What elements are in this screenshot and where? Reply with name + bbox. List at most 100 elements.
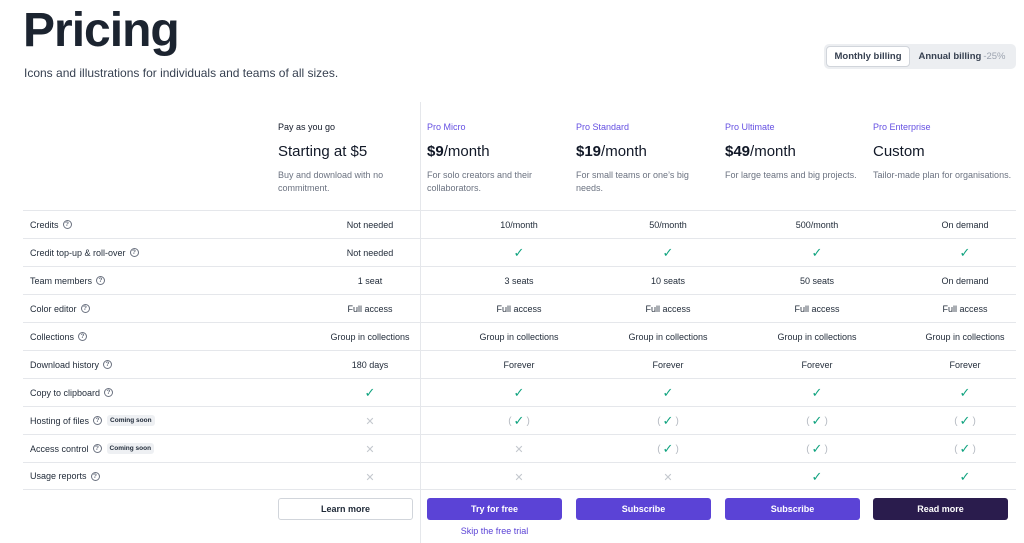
- feature-name: Team members: [30, 275, 93, 286]
- feature-name: Credits: [30, 219, 59, 230]
- cell-value: Full access: [347, 304, 393, 314]
- check-icon: ✓: [959, 385, 971, 400]
- table-cell: Full access: [449, 295, 589, 323]
- plan-price-amount: Custom: [873, 143, 925, 160]
- feature-name: Credit top-up & roll-over: [30, 247, 126, 258]
- cell-value: Group in collections: [330, 332, 410, 342]
- plan-name: Pro Ultimate: [725, 122, 775, 132]
- table-cell: ✓: [895, 463, 1024, 491]
- table-cell: ✓: [300, 379, 440, 407]
- annual-billing-button[interactable]: Annual billing -25%: [910, 46, 1014, 67]
- page-subtitle: Icons and illustrations for individuals …: [24, 66, 339, 80]
- table-cell: 180 days: [300, 351, 440, 379]
- table-cell: (✓): [895, 435, 1024, 463]
- feature-label: Color editor?: [30, 304, 90, 314]
- table-cell: 10 seats: [598, 267, 738, 295]
- cell-value: Not needed: [346, 220, 394, 230]
- monthly-billing-button[interactable]: Monthly billing: [826, 46, 910, 67]
- question-circle-icon[interactable]: ?: [62, 220, 72, 229]
- question-circle-icon[interactable]: ?: [93, 416, 103, 425]
- check-icon: ✓: [959, 469, 971, 484]
- table-cell: 500/month: [747, 211, 887, 239]
- question-circle-icon[interactable]: ?: [96, 276, 106, 285]
- table-cell: Forever: [895, 351, 1024, 379]
- table-cell: ✓: [895, 379, 1024, 407]
- feature-label: Copy to clipboard?: [30, 388, 114, 398]
- table-cell: Group in collections: [300, 323, 440, 351]
- annual-billing-label: Annual billing: [918, 51, 982, 62]
- table-cell: Group in collections: [895, 323, 1024, 351]
- question-circle-icon[interactable]: ?: [129, 248, 139, 257]
- table-row: Credit top-up & roll-over? Not needed ✓ ✓ ✓ ✓: [23, 238, 1016, 266]
- cell-value: Full access: [942, 304, 988, 314]
- table-cell: On demand: [895, 211, 1024, 239]
- plan-price-period: /month: [443, 143, 490, 160]
- table-cell: ✓: [449, 379, 589, 407]
- check-icon: ✓: [662, 441, 674, 456]
- subscribe-button[interactable]: Subscribe: [725, 498, 860, 520]
- skip-free-trial-link[interactable]: Skip the free trial: [427, 526, 562, 536]
- table-row: Color editor? Full access Full access Full …: [23, 294, 1016, 322]
- table-cell: On demand: [895, 267, 1024, 295]
- cell-value: 1 seat: [357, 276, 383, 286]
- feature-name: Access control: [30, 443, 89, 454]
- table-cell: 3 seats: [449, 267, 589, 295]
- question-circle-icon[interactable]: ?: [90, 471, 100, 481]
- coming-soon-badge: Coming soon: [106, 443, 155, 454]
- paren-close: ): [824, 415, 828, 427]
- cell-value: Not needed: [346, 248, 394, 258]
- billing-toggle: Monthly billing Annual billing -25%: [824, 44, 1016, 69]
- question-circle-icon[interactable]: ?: [103, 360, 113, 369]
- feature-label: Credits?: [30, 220, 72, 230]
- table-cell: ✓: [747, 463, 887, 491]
- read-more-button[interactable]: Read more: [873, 498, 1008, 520]
- feature-label: Collections?: [30, 332, 88, 342]
- table-cell: (✓): [598, 435, 738, 463]
- cell-value: Forever: [949, 360, 981, 370]
- learn-more-button[interactable]: Learn more: [278, 498, 413, 520]
- table-cell: Full access: [598, 295, 738, 323]
- question-circle-icon[interactable]: ?: [104, 388, 114, 397]
- plan-price-amount: $9: [427, 143, 444, 160]
- cell-value: On demand: [941, 220, 989, 230]
- feature-table: Credits? Not needed 10/month 50/month 500/mo…: [23, 210, 1016, 490]
- plan-price-period: /month: [750, 143, 796, 160]
- table-row: Team members? 1 seat 3 seats 10 seats 50 sea…: [23, 266, 1016, 294]
- table-row: Collections? Group in collections Group in…: [23, 322, 1016, 350]
- plan-description: Buy and download with no commitment.: [278, 170, 384, 193]
- table-row: Hosting of files? Coming soon ✕(✓)(✓)(✓)(✓…: [23, 406, 1016, 434]
- cross-icon: ✕: [663, 471, 673, 484]
- table-cell: Forever: [747, 351, 887, 379]
- table-cell: Forever: [449, 351, 589, 379]
- cell-value: 10 seats: [650, 276, 686, 286]
- plan-price-period: /month: [601, 143, 647, 160]
- question-circle-icon[interactable]: ?: [78, 332, 88, 341]
- table-cell: (✓): [747, 407, 887, 435]
- table-cell: 1 seat: [300, 267, 440, 295]
- cross-icon: ✕: [365, 443, 375, 456]
- table-cell: ✓: [598, 379, 738, 407]
- question-circle-icon[interactable]: ?: [92, 444, 102, 453]
- table-cell: Group in collections: [449, 323, 589, 351]
- cell-value: Full access: [496, 304, 542, 314]
- check-icon: ✓: [662, 245, 674, 260]
- table-cell: ✕: [300, 407, 440, 435]
- feature-label: Credit top-up & roll-over?: [30, 248, 139, 258]
- paren-close: ): [675, 443, 679, 455]
- cross-icon: ✕: [365, 471, 375, 484]
- cell-value: 180 days: [351, 360, 389, 370]
- paren-open: (: [806, 415, 810, 427]
- plan-description: For small teams or one’s big needs.: [576, 170, 689, 193]
- try-for-free-button[interactable]: Try for free: [427, 498, 562, 520]
- paren-close: ): [526, 415, 530, 427]
- question-circle-icon[interactable]: ?: [80, 304, 90, 313]
- feature-name: Download history: [30, 359, 100, 370]
- table-cell: (✓): [895, 407, 1024, 435]
- check-icon: ✓: [959, 245, 971, 260]
- table-cell: ✕: [449, 463, 589, 491]
- cross-icon: ✕: [365, 415, 375, 428]
- subscribe-button[interactable]: Subscribe: [576, 498, 711, 520]
- cell-value: Group in collections: [925, 332, 1005, 342]
- table-cell: ✕: [598, 463, 738, 491]
- plan-pro-standard: Pro Standard $19/month For small teams or …: [576, 122, 716, 195]
